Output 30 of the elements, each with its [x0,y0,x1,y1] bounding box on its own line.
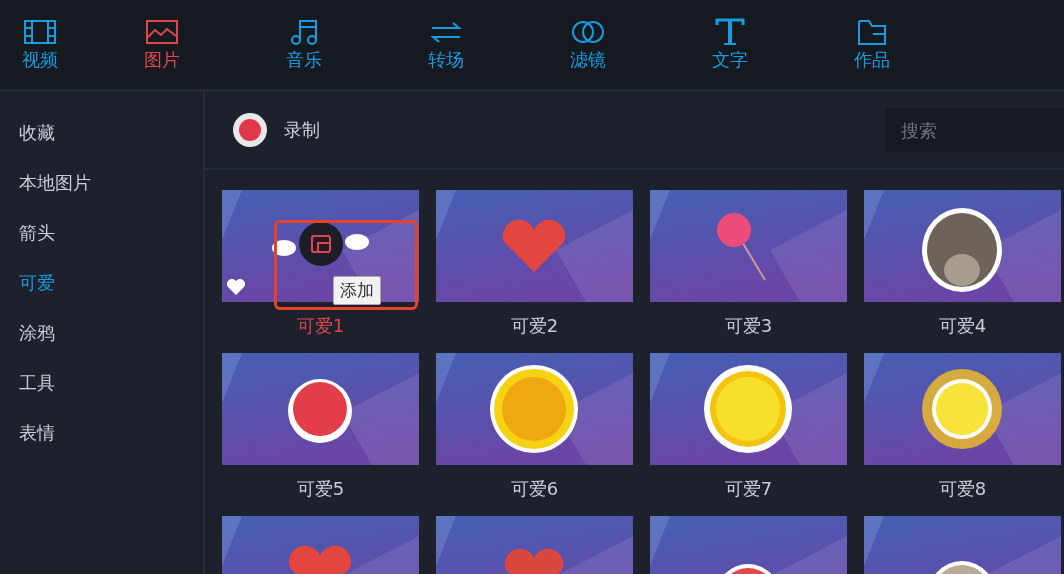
sidebar-item[interactable]: 箭头 [0,208,55,258]
tab[interactable]: 转场 [375,17,517,72]
sidebar-item[interactable]: 表情 [0,408,55,458]
item-label[interactable]: 可爱7 [724,477,773,501]
sidebar-item[interactable]: 收藏 [0,108,55,158]
item-label[interactable]: 可爱3 [724,314,773,338]
item-label[interactable]: 可爱4 [938,314,987,338]
item-label[interactable]: 可爱2 [510,314,559,338]
record-label: 录制 [284,118,320,142]
tab[interactable]: 音乐 [233,17,375,72]
sidebar-item[interactable]: 工具 [0,358,55,408]
film-icon [23,17,57,46]
item-label[interactable]: 可爱5 [296,477,345,501]
tooltip: 添加 [333,276,381,305]
letter-icon [713,17,747,46]
sidebar-item[interactable]: 可爱 [0,258,55,308]
tab[interactable]: 滤镜 [517,17,659,72]
tab[interactable]: 文字 [659,17,801,72]
folder-icon [855,17,889,46]
item-label[interactable]: 可爱8 [938,477,987,501]
sidebar-item[interactable]: 涂鸦 [0,308,55,358]
record-icon[interactable] [232,112,268,148]
add-button[interactable] [299,222,343,266]
item-label[interactable]: 可爱6 [510,477,559,501]
search-field[interactable]: 搜索 [885,108,1064,152]
item-label[interactable]: 可爱1 [296,314,345,338]
tab[interactable]: 作品 [801,17,943,72]
sidebar-item[interactable]: 本地图片 [0,158,91,208]
heart-icon[interactable] [226,278,246,296]
image-icon [145,17,179,46]
